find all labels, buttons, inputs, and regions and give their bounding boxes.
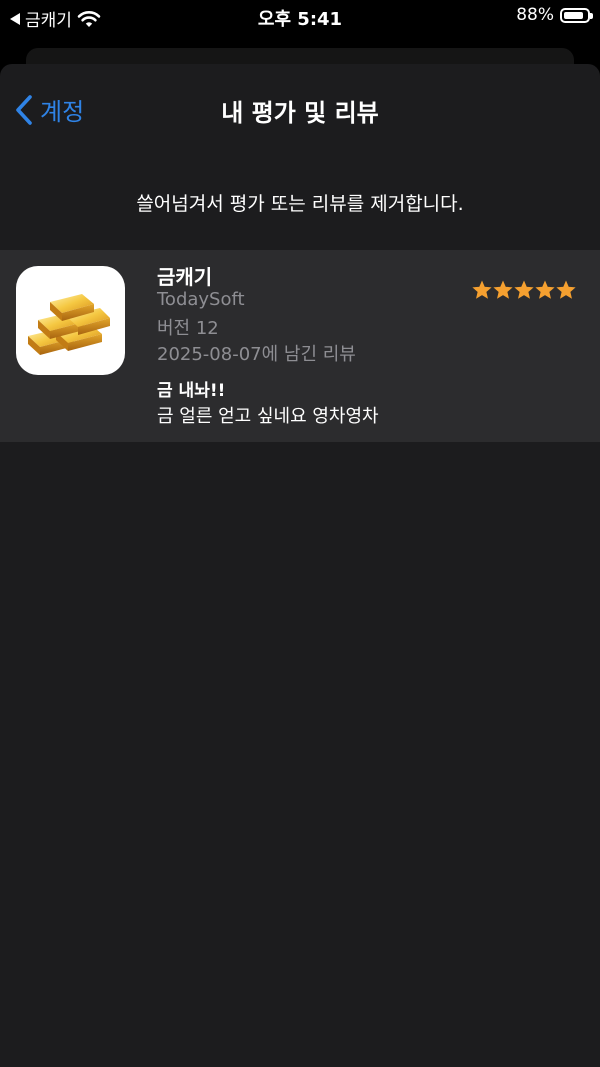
star-icon [472,280,492,299]
app-version: 버전 12 [157,318,219,339]
star-icon [514,280,534,299]
status-time: 오후 5:41 [257,9,343,30]
review-date: 2025-08-07에 남긴 리뷰 [157,344,356,365]
gold-bars-icon [16,266,125,375]
star-icon [556,280,576,299]
star-icon [535,280,555,299]
screen: 금캐기 오후 5:41 88% 계정 내 평가 및 리뷰 쓸어넘겨서 평가 또는… [0,0,600,1067]
ratings-reviews-sheet: 계정 내 평가 및 리뷰 쓸어넘겨서 평가 또는 리뷰를 제거합니다. 금캐기 … [0,64,600,1067]
review-body: 금 얼른 얻고 싶네요 영차영차 [157,406,379,427]
swipe-hint: 쓸어넘겨서 평가 또는 리뷰를 제거합니다. [136,193,464,215]
nav-bar: 계정 내 평가 및 리뷰 [0,64,600,152]
battery-percent: 88% [516,5,554,25]
battery-level [564,11,583,19]
developer-name: TodaySoft [157,289,245,310]
page-title: 내 평가 및 리뷰 [221,99,379,127]
battery-cap [590,12,593,19]
review-row[interactable]: 금캐기 TodaySoft 버전 12 2025-08-07에 남긴 리뷰 금 … [0,250,600,442]
status-right: 88% [516,5,593,25]
star-rating [472,280,576,300]
star-icon [493,280,513,299]
status-bar: 금캐기 오후 5:41 88% [0,0,600,34]
battery-icon [560,7,593,23]
app-name: 금캐기 [157,265,213,289]
review-title: 금 내놔!! [157,381,226,401]
